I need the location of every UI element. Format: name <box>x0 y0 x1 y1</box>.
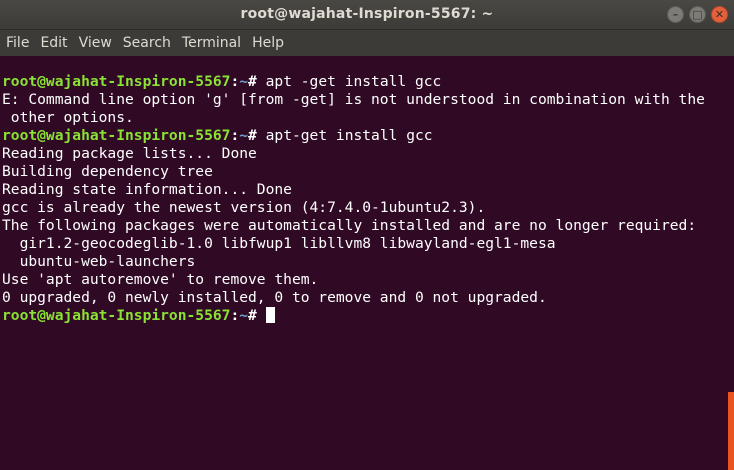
window-title: root@wajahat-Inspiron-5567: ~ <box>240 6 494 22</box>
title-bar[interactable]: root@wajahat-Inspiron-5567: ~ – □ ✕ <box>0 0 734 30</box>
prompt-path: ~ <box>239 73 249 90</box>
output-line: gir1.2-geocodeglib-1.0 libfwup1 libllvm8… <box>2 235 556 252</box>
output-line: The following packages were automaticall… <box>2 217 697 234</box>
prompt-colon: : <box>230 127 240 144</box>
prompt-line: root@wajahat-Inspiron-5567:~# apt-get in… <box>2 127 728 145</box>
command-text: apt -get install gcc <box>265 73 442 90</box>
maximize-button[interactable]: □ <box>689 6 706 23</box>
terminal-window: root@wajahat-Inspiron-5567: ~ – □ ✕ File… <box>0 0 734 470</box>
menu-view[interactable]: View <box>74 32 117 54</box>
menu-file[interactable]: File <box>1 32 34 54</box>
command-text: apt-get install gcc <box>265 127 433 144</box>
text-cursor <box>265 307 275 323</box>
prompt-sign: # <box>248 307 266 324</box>
output-line: Reading state information... Done <box>2 181 292 198</box>
menu-bar: File Edit View Search Terminal Help <box>0 30 734 56</box>
prompt-sign: # <box>248 127 266 144</box>
output-line: ubuntu-web-launchers <box>2 253 196 270</box>
scrollbar-thumb[interactable] <box>728 392 734 470</box>
output-line: Building dependency tree <box>2 163 213 180</box>
scrollbar-track[interactable] <box>728 56 734 470</box>
terminal-output[interactable]: root@wajahat-Inspiron-5567:~# apt -get i… <box>0 56 728 470</box>
output-line: gcc is already the newest version (4:7.4… <box>2 199 486 216</box>
prompt-user-host: root@wajahat-Inspiron-5567 <box>2 127 231 144</box>
output-line: E: Command line option 'g' [from -get] i… <box>2 91 705 108</box>
prompt-sign: # <box>248 73 266 90</box>
prompt-colon: : <box>230 307 240 324</box>
output-line: Use 'apt autoremove' to remove them. <box>2 271 319 288</box>
prompt-path: ~ <box>239 307 249 324</box>
prompt-user-host: root@wajahat-Inspiron-5567 <box>2 307 231 324</box>
prompt-path: ~ <box>239 127 249 144</box>
minimize-button[interactable]: – <box>667 6 684 23</box>
prompt-colon: : <box>230 73 240 90</box>
menu-search[interactable]: Search <box>118 32 176 54</box>
menu-terminal[interactable]: Terminal <box>177 32 246 54</box>
prompt-line: root@wajahat-Inspiron-5567:~# <box>2 307 728 325</box>
menu-edit[interactable]: Edit <box>35 32 72 54</box>
window-controls: – □ ✕ <box>667 6 728 23</box>
output-line: Reading package lists... Done <box>2 145 257 162</box>
prompt-user-host: root@wajahat-Inspiron-5567 <box>2 73 231 90</box>
menu-help[interactable]: Help <box>247 32 289 54</box>
prompt-line: root@wajahat-Inspiron-5567:~# apt -get i… <box>2 73 728 91</box>
close-button[interactable]: ✕ <box>711 6 728 23</box>
output-line: 0 upgraded, 0 newly installed, 0 to remo… <box>2 289 547 306</box>
output-line: other options. <box>2 109 134 126</box>
